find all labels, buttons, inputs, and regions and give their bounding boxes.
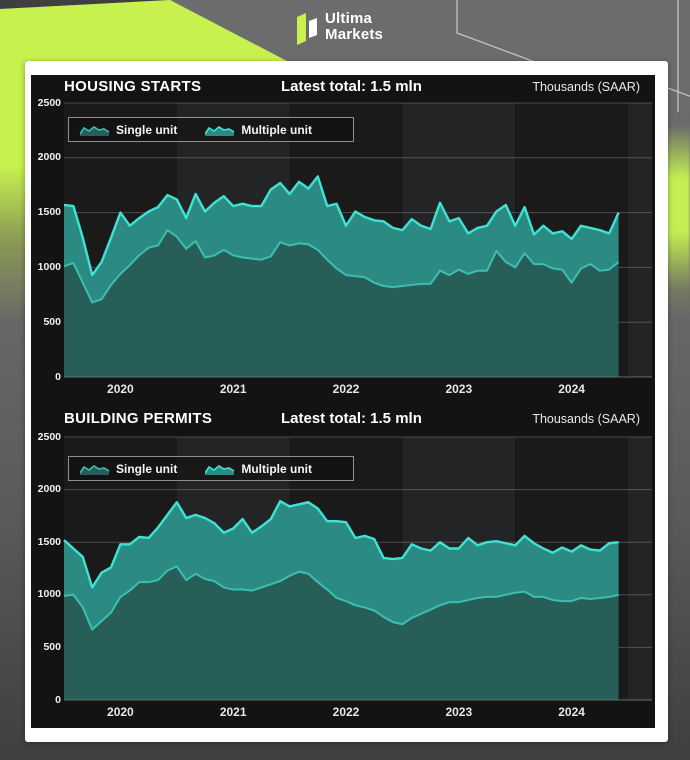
y-axis-tick: 2000 bbox=[31, 151, 61, 163]
latest-total-label: Latest total: 1.5 mln bbox=[281, 410, 422, 427]
y-axis-tick: 500 bbox=[31, 641, 61, 653]
housing-starts-header: HOUSING STARTS Latest total: 1.5 mln Tho… bbox=[31, 78, 655, 100]
y-axis-tick: 1500 bbox=[31, 206, 61, 218]
latest-total-label: Latest total: 1.5 mln bbox=[281, 78, 422, 95]
year-band bbox=[628, 103, 652, 377]
x-axis-tick: 2021 bbox=[211, 382, 255, 396]
legend-swatch-icon bbox=[80, 123, 110, 136]
y-axis-tick: 2000 bbox=[31, 483, 61, 495]
x-axis-tick: 2022 bbox=[324, 382, 368, 396]
decor-lime-glow bbox=[666, 124, 690, 319]
legend-swatch-icon bbox=[205, 123, 235, 136]
x-axis-tick: 2023 bbox=[437, 705, 481, 719]
legend-swatch-icon bbox=[80, 462, 110, 475]
legend-item: Single unit bbox=[80, 462, 177, 476]
decor-lime-left-column bbox=[0, 55, 26, 320]
year-band bbox=[628, 437, 652, 700]
plot-area bbox=[31, 75, 655, 728]
x-axis-tick: 2020 bbox=[98, 705, 142, 719]
chart-panel: HOUSING STARTS Latest total: 1.5 mln Tho… bbox=[31, 75, 655, 728]
x-axis-tick: 2022 bbox=[324, 705, 368, 719]
y-axis-tick: 0 bbox=[31, 694, 61, 706]
y-axis-tick: 1000 bbox=[31, 261, 61, 273]
chart-card: HOUSING STARTS Latest total: 1.5 mln Tho… bbox=[25, 61, 668, 742]
legend-item: Single unit bbox=[80, 123, 177, 137]
unit-label: Thousands (SAAR) bbox=[532, 412, 640, 426]
decor-lime-wedge bbox=[0, 0, 287, 61]
x-axis-tick: 2024 bbox=[550, 705, 594, 719]
legend-item: Multiple unit bbox=[205, 123, 312, 137]
brand-name-line1: Ultima bbox=[325, 11, 383, 27]
brand-logo: Ultima Markets bbox=[297, 11, 383, 47]
legend-label: Multiple unit bbox=[241, 462, 312, 476]
brand-name-line2: Markets bbox=[325, 27, 383, 43]
chart-title: BUILDING PERMITS bbox=[64, 410, 212, 427]
legend-label: Single unit bbox=[116, 462, 177, 476]
y-axis-tick: 1500 bbox=[31, 536, 61, 548]
unit-label: Thousands (SAAR) bbox=[532, 80, 640, 94]
x-axis-tick: 2023 bbox=[437, 382, 481, 396]
chart-title: HOUSING STARTS bbox=[64, 78, 201, 95]
building-permits-header: BUILDING PERMITS Latest total: 1.5 mln T… bbox=[31, 410, 655, 432]
legend-item: Multiple unit bbox=[205, 462, 312, 476]
brand-icon bbox=[297, 11, 318, 47]
housing-starts-legend: Single unit Multiple unit bbox=[68, 117, 354, 142]
x-axis-tick: 2020 bbox=[98, 382, 142, 396]
y-axis-tick: 2500 bbox=[31, 431, 61, 443]
legend-label: Multiple unit bbox=[241, 123, 312, 137]
y-axis-tick: 2500 bbox=[31, 97, 61, 109]
y-axis-tick: 500 bbox=[31, 316, 61, 328]
x-axis-tick: 2024 bbox=[550, 382, 594, 396]
legend-label: Single unit bbox=[116, 123, 177, 137]
y-axis-tick: 0 bbox=[31, 371, 61, 383]
y-axis-tick: 1000 bbox=[31, 588, 61, 600]
building-permits-legend: Single unit Multiple unit bbox=[68, 456, 354, 481]
x-axis-tick: 2021 bbox=[211, 705, 255, 719]
brand-name: Ultima Markets bbox=[325, 11, 383, 43]
legend-swatch-icon bbox=[205, 462, 235, 475]
